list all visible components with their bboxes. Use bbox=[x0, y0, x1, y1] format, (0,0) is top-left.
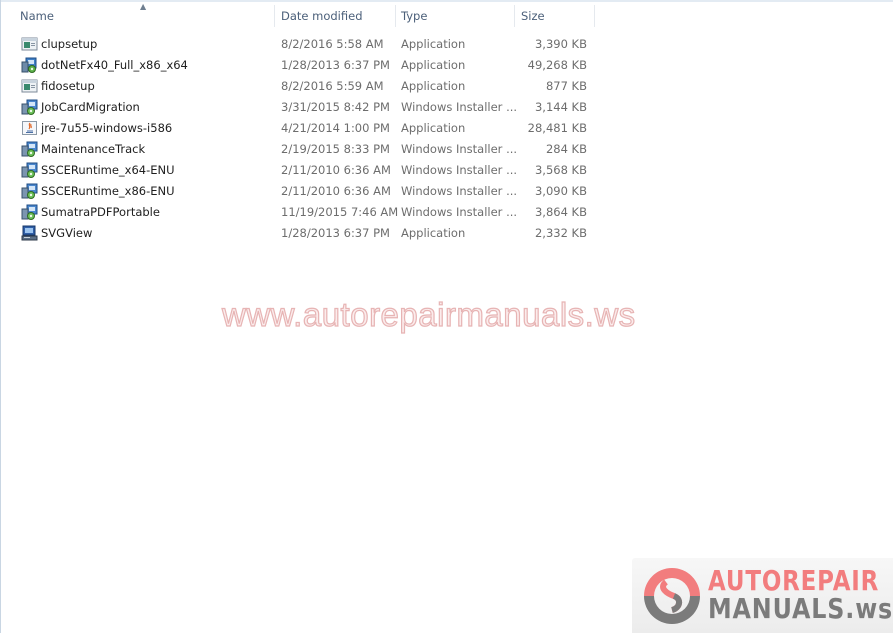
column-header-size[interactable]: Size bbox=[521, 3, 594, 28]
file-name: clupsetup bbox=[41, 37, 98, 51]
msi-installer-icon bbox=[21, 183, 38, 199]
file-type: Application bbox=[401, 226, 466, 240]
file-name: SSCERuntime_x86-ENU bbox=[41, 184, 175, 198]
column-header-size-label: Size bbox=[521, 9, 545, 23]
file-name: JobCardMigration bbox=[41, 100, 140, 114]
file-date-modified: 2/11/2010 6:36 AM bbox=[281, 163, 391, 177]
file-row[interactable]: SSCERuntime_x86-ENU 2/11/2010 6:36 AM Wind… bbox=[0, 181, 596, 202]
file-date-modified: 1/28/2013 6:37 PM bbox=[281, 58, 390, 72]
file-type: Application bbox=[401, 79, 466, 93]
file-size: 49,268 KB bbox=[527, 58, 587, 72]
file-type: Windows Installer ... bbox=[401, 163, 518, 177]
file-size: 3,144 KB bbox=[534, 100, 587, 114]
file-row[interactable]: dotNetFx40_Full_x86_x64 1/28/2013 6:37 PM… bbox=[0, 55, 596, 76]
column-divider[interactable] bbox=[395, 5, 396, 27]
file-name: fidosetup bbox=[41, 79, 95, 93]
file-type: Application bbox=[401, 37, 466, 51]
sort-ascending-icon: ▲ bbox=[140, 2, 147, 11]
column-header-type[interactable]: Type bbox=[401, 3, 514, 28]
file-size: 877 KB bbox=[545, 79, 587, 93]
column-divider[interactable] bbox=[274, 5, 275, 27]
file-name: SSCERuntime_x64-ENU bbox=[41, 163, 175, 177]
msi-installer-icon bbox=[21, 204, 38, 220]
file-name: MaintenanceTrack bbox=[41, 142, 146, 156]
file-size: 28,481 KB bbox=[527, 121, 587, 135]
logo-suffix: .ws bbox=[845, 592, 893, 625]
file-date-modified: 8/2/2016 5:58 AM bbox=[281, 37, 384, 51]
application-window-icon bbox=[21, 36, 38, 52]
file-name: jre-7u55-windows-i586 bbox=[41, 121, 173, 135]
file-row[interactable]: SumatraPDFPortable 11/19/2015 7:46 AM Wind… bbox=[0, 202, 596, 223]
file-size: 284 KB bbox=[545, 142, 587, 156]
java-icon bbox=[21, 120, 38, 136]
file-name: dotNetFx40_Full_x86_x64 bbox=[41, 58, 188, 72]
msi-installer-icon bbox=[21, 99, 38, 115]
logo-line2: MANUALS.ws bbox=[708, 594, 893, 624]
file-type: Windows Installer ... bbox=[401, 100, 518, 114]
file-size: 3,390 KB bbox=[534, 37, 587, 51]
column-header-bar: Name ▲ Date modified Type Size bbox=[0, 3, 595, 28]
column-header-name[interactable]: Name bbox=[20, 3, 274, 28]
column-header-date-modified[interactable]: Date modified bbox=[281, 3, 394, 28]
file-date-modified: 8/2/2016 5:59 AM bbox=[281, 79, 384, 93]
file-date-modified: 1/28/2013 6:37 PM bbox=[281, 226, 390, 240]
logo-emblem-icon bbox=[644, 568, 700, 624]
column-header-name-label: Name bbox=[20, 9, 54, 23]
column-header-date-label: Date modified bbox=[281, 9, 363, 23]
file-type: Windows Installer ... bbox=[401, 184, 518, 198]
file-size: 3,864 KB bbox=[534, 205, 587, 219]
file-date-modified: 2/19/2015 8:33 PM bbox=[281, 142, 390, 156]
file-name: SVGView bbox=[41, 226, 93, 240]
logo-line2-text: MANUALS bbox=[708, 592, 846, 625]
file-date-modified: 2/11/2010 6:36 AM bbox=[281, 184, 391, 198]
file-row[interactable]: SSCERuntime_x64-ENU 2/11/2010 6:36 AM Wind… bbox=[0, 160, 596, 181]
file-type: Application bbox=[401, 121, 466, 135]
installer-icon bbox=[21, 57, 38, 73]
window-top-border bbox=[0, 0, 893, 2]
file-row[interactable]: MaintenanceTrack 2/19/2015 8:33 PM Windows… bbox=[0, 139, 596, 160]
column-divider[interactable] bbox=[594, 5, 595, 27]
column-divider[interactable] bbox=[514, 5, 515, 27]
file-name: SumatraPDFPortable bbox=[41, 205, 160, 219]
site-logo: AUTOREPAIR MANUALS.ws bbox=[632, 558, 893, 633]
setup-computer-icon bbox=[21, 225, 38, 241]
file-type: Application bbox=[401, 58, 466, 72]
file-size: 2,332 KB bbox=[534, 226, 587, 240]
file-row[interactable]: fidosetup 8/2/2016 5:59 AM Application 877 … bbox=[0, 76, 596, 97]
file-row[interactable]: JobCardMigration 3/31/2015 8:42 PM Windows… bbox=[0, 97, 596, 118]
file-row[interactable]: clupsetup 8/2/2016 5:58 AM Application 3,39… bbox=[0, 34, 596, 55]
msi-installer-icon bbox=[21, 141, 38, 157]
file-date-modified: 11/19/2015 7:46 AM bbox=[281, 205, 399, 219]
file-date-modified: 4/21/2014 1:00 PM bbox=[281, 121, 390, 135]
file-size: 3,090 KB bbox=[534, 184, 587, 198]
application-window-icon bbox=[21, 78, 38, 94]
msi-installer-icon bbox=[21, 162, 38, 178]
column-header-type-label: Type bbox=[401, 9, 428, 23]
file-row[interactable]: SVGView 1/28/2013 6:37 PM Application 2,332… bbox=[0, 223, 596, 244]
file-row[interactable]: jre-7u55-windows-i586 4/21/2014 1:00 PM Ap… bbox=[0, 118, 596, 139]
file-type: Windows Installer ... bbox=[401, 142, 518, 156]
file-date-modified: 3/31/2015 8:42 PM bbox=[281, 100, 390, 114]
file-size: 3,568 KB bbox=[534, 163, 587, 177]
watermark-text: www.autorepairmanuals.ws bbox=[221, 295, 636, 333]
file-type: Windows Installer ... bbox=[401, 205, 518, 219]
